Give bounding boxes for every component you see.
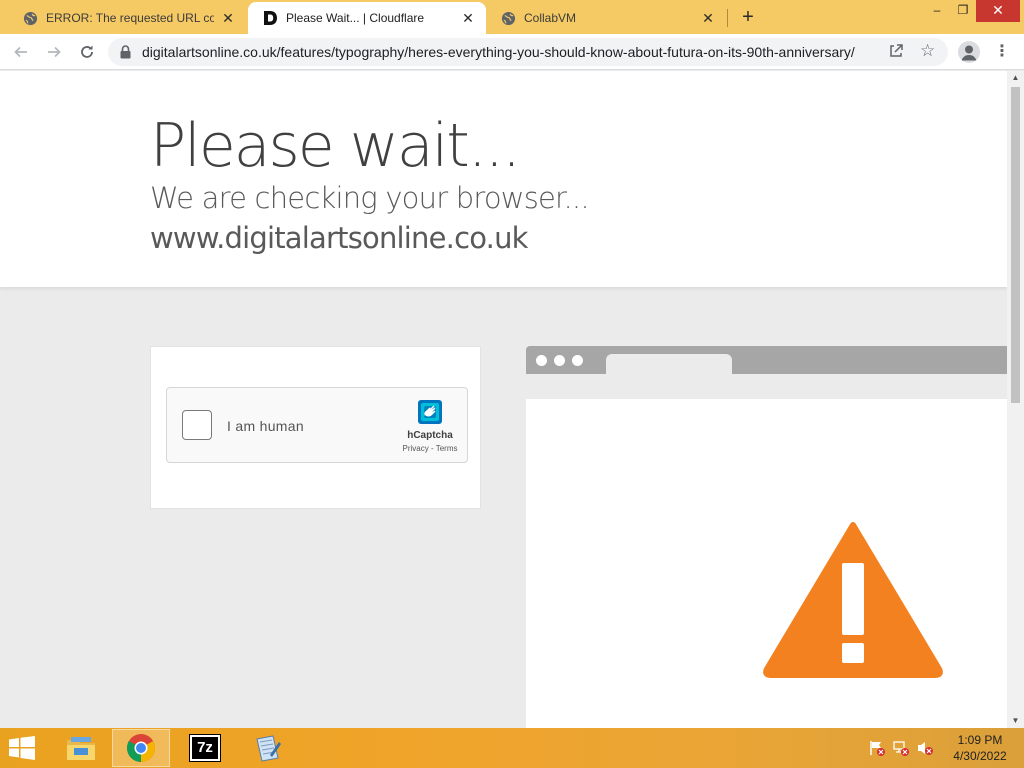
taskbar-notepad[interactable]	[238, 729, 296, 767]
tab-title: CollabVM	[524, 11, 577, 25]
tab-error[interactable]: ERROR: The requested URL could not be re…	[8, 2, 246, 34]
chrome-icon	[127, 734, 155, 762]
clock-date: 4/30/2022	[953, 749, 1007, 763]
illustration-titlebar	[526, 346, 1007, 374]
share-icon[interactable]	[888, 43, 904, 64]
tab-title: ERROR: The requested URL could not be re…	[46, 11, 214, 25]
restore-button[interactable]: ❐	[948, 0, 978, 22]
site-domain: www.digitalartsonline.co.uk	[150, 221, 528, 255]
checking-message: We are checking your browser...	[150, 181, 590, 215]
tab-title: Please Wait... | Cloudflare	[286, 11, 425, 25]
lock-icon[interactable]	[120, 45, 131, 64]
7zip-icon: 7z	[189, 734, 221, 762]
volume-muted-icon[interactable]	[916, 739, 934, 757]
file-explorer-icon	[67, 737, 95, 760]
page-scrollbar[interactable]: ▲ ▼	[1007, 71, 1024, 728]
illustration-dot	[572, 355, 583, 366]
illustration-tab	[606, 354, 732, 374]
globe-icon	[22, 10, 38, 26]
browser-illustration	[526, 346, 1007, 728]
taskbar-clock[interactable]: 1:09 PM 4/30/2022	[950, 732, 1010, 764]
taskbar-chrome[interactable]	[112, 729, 170, 767]
forward-button[interactable]	[42, 40, 66, 64]
close-tab-icon[interactable]: ✕	[700, 10, 716, 26]
arrow-left-icon	[14, 46, 27, 58]
arrow-right-icon	[48, 46, 61, 58]
taskbar-file-explorer[interactable]	[52, 729, 110, 767]
tab-collabvm[interactable]: CollabVM ✕	[486, 2, 726, 34]
close-window-button[interactable]: ✕	[976, 0, 1020, 22]
profile-avatar-icon[interactable]	[958, 41, 980, 63]
globe-icon	[500, 10, 516, 26]
warning-icon	[763, 522, 943, 678]
scroll-down-arrow-icon[interactable]: ▼	[1007, 714, 1024, 728]
windows-logo-icon	[9, 736, 35, 760]
bookmark-star-icon[interactable]: ☆	[920, 41, 935, 61]
reload-icon	[81, 45, 93, 58]
hcaptcha-widget: I am human hCaptcha Privacy - Terms	[166, 387, 468, 463]
hcaptcha-brand: hCaptcha	[407, 430, 453, 441]
tab-cloudflare[interactable]: Please Wait... | Cloudflare ✕	[248, 2, 486, 34]
clock-time: 1:09 PM	[957, 733, 1003, 747]
hcaptcha-privacy-terms-links[interactable]: Privacy - Terms	[394, 444, 466, 453]
notepad-icon	[256, 735, 281, 762]
close-tab-icon[interactable]: ✕	[460, 10, 476, 26]
url-text: digitalartsonline.co.uk/features/typogra…	[142, 44, 855, 60]
illustration-dot	[536, 355, 547, 366]
system-tray	[868, 736, 934, 760]
challenge-header: Please wait... We are checking your brow…	[0, 71, 1007, 287]
human-checkbox-label[interactable]: I am human	[227, 418, 304, 434]
taskbar-7zip[interactable]: 7z	[176, 729, 234, 767]
tab-strip: ERROR: The requested URL could not be re…	[0, 0, 1024, 34]
address-bar[interactable]: digitalartsonline.co.uk/features/typogra…	[108, 38, 948, 66]
network-icon[interactable]	[892, 739, 910, 757]
kebab-menu-icon[interactable]: ⋮	[992, 40, 1012, 64]
page-title: Please wait...	[150, 111, 521, 181]
start-button[interactable]	[8, 736, 38, 762]
tab-divider	[727, 9, 728, 27]
scroll-up-arrow-icon[interactable]: ▲	[1007, 71, 1024, 85]
windows-taskbar: 7z 1:09 PM 4/30/2022	[0, 728, 1024, 768]
captcha-card: I am human hCaptcha Privacy - Terms	[150, 346, 481, 509]
close-tab-icon[interactable]: ✕	[220, 10, 236, 26]
scroll-thumb[interactable]	[1011, 87, 1020, 403]
browser-toolbar: digitalartsonline.co.uk/features/typogra…	[0, 34, 1024, 70]
back-button[interactable]	[9, 40, 33, 64]
illustration-page	[526, 399, 1007, 728]
hcaptcha-logo-icon	[414, 396, 446, 433]
human-checkbox[interactable]	[182, 410, 212, 440]
page-viewport: Please wait... We are checking your brow…	[0, 71, 1007, 728]
reload-button[interactable]	[75, 40, 99, 64]
illustration-dot	[554, 355, 565, 366]
new-tab-button[interactable]: +	[736, 6, 760, 28]
action-center-flag-icon[interactable]	[868, 739, 886, 757]
digitalarts-d-icon	[262, 10, 278, 26]
